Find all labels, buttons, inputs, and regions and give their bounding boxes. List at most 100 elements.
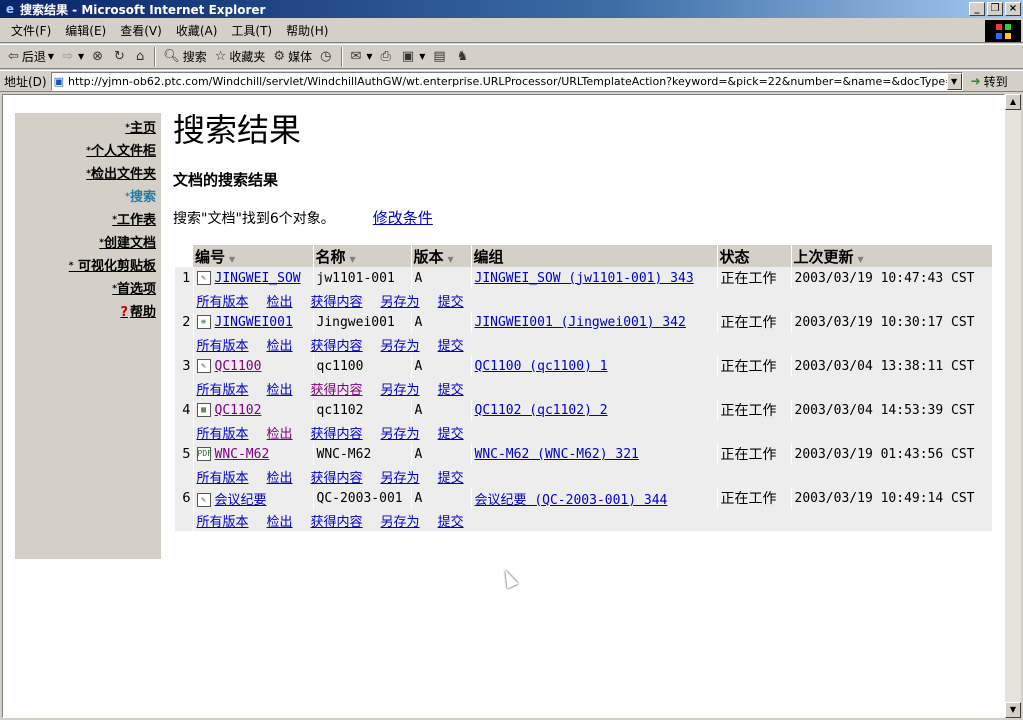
document-group-link[interactable]: JINGWEI_SOW (jw1101-001) 343 [475,271,694,286]
nav-worksheet[interactable]: *工作表 [15,209,161,232]
menu-help[interactable]: 帮助(H) [279,20,335,41]
all-versions-link[interactable]: 所有版本 [197,515,249,530]
nav-create-document[interactable]: *创建文档 [15,232,161,255]
header-version[interactable]: 版本 ▼ [411,245,472,267]
checkout-link[interactable]: 检出 [267,383,293,398]
checkout-link[interactable]: 检出 [267,471,293,486]
all-versions-link[interactable]: 所有版本 [197,295,249,310]
save-as-link[interactable]: 另存为 [381,471,420,486]
all-versions-link[interactable]: 所有版本 [197,471,249,486]
checkout-link[interactable]: 检出 [267,295,293,310]
close-button[interactable]: × [1005,2,1021,16]
address-label: 地址(D) [4,74,47,89]
document-group-link[interactable]: QC1102 (qc1102) 2 [475,403,608,418]
vertical-scrollbar[interactable]: ▲ ▼ [1005,94,1021,718]
action-spacer [175,333,194,355]
save-as-link[interactable]: 另存为 [381,515,420,530]
messenger-button[interactable]: ♞ [453,46,476,68]
document-number-link[interactable]: WNC-M62 [215,447,270,462]
document-number-link[interactable]: JINGWEI_SOW [215,271,301,286]
all-versions-link[interactable]: 所有版本 [197,383,249,398]
header-updated[interactable]: 上次更新 ▼ [791,245,993,267]
menu-file[interactable]: 文件(F) [4,20,58,41]
header-number[interactable]: 编号 ▼ [193,245,314,267]
document-group-link[interactable]: WNC-M62 (WNC-M62) 321 [475,447,639,462]
scroll-up-icon[interactable]: ▲ [1005,94,1021,110]
submit-link[interactable]: 提交 [438,427,464,442]
stop-button[interactable]: ⊗ [88,46,110,68]
nav-personal-cabinet[interactable]: *个人文件柜 [15,140,161,163]
go-button[interactable]: ➜ 转到 [971,73,1008,90]
all-versions-link[interactable]: 所有版本 [197,427,249,442]
dropdown-arrow-icon[interactable]: ▼ [366,52,372,61]
scroll-down-icon[interactable]: ▼ [1005,702,1021,718]
dropdown-arrow-icon[interactable]: ▼ [78,52,84,61]
menu-edit[interactable]: 编辑(E) [58,20,113,41]
print-button[interactable]: ⎙ [377,46,398,68]
dropdown-arrow-icon[interactable]: ▼ [48,52,54,61]
found-count-text: 搜索"文档"找到6个对象。 [173,210,335,227]
row-updated: 2003/03/19 01:43:56 CST [791,443,993,465]
get-content-link[interactable]: 获得内容 [311,427,363,442]
document-group-link[interactable]: 会议纪要 (QC-2003-001) 344 [475,493,668,508]
save-as-link[interactable]: 另存为 [381,427,420,442]
search-button[interactable]: 🔍︎ 搜索 [159,46,211,68]
get-content-link[interactable]: 获得内容 [311,515,363,530]
back-button[interactable]: ⇦ 后退 ▼ [4,46,58,68]
nav-search[interactable]: *搜索 [15,186,161,209]
document-number-link[interactable]: 会议纪要 [215,493,267,508]
left-navigation: *主页 *个人文件柜 *检出文件夹 *搜索 *工作表 *创建文档 * 可视化剪贴… [15,113,161,559]
home-button[interactable]: ⌂ [132,46,151,68]
nav-preferences[interactable]: *首选项 [15,278,161,301]
address-input[interactable]: ▣ http://yjmn-ob62.ptc.com/Windchill/ser… [50,71,963,91]
forward-button[interactable]: ⇨ ▼ [58,46,88,68]
mail-icon: ✉ [350,49,362,64]
modify-criteria-link[interactable]: 修改条件 [373,207,433,228]
nav-checkout-folder[interactable]: *检出文件夹 [15,163,161,186]
get-content-link[interactable]: 获得内容 [311,471,363,486]
get-content-link[interactable]: 获得内容 [311,339,363,354]
favorites-button[interactable]: ☆ 收藏夹 [211,46,270,68]
save-as-link[interactable]: 另存为 [381,295,420,310]
submit-link[interactable]: 提交 [438,383,464,398]
minimize-button[interactable]: _ [969,2,985,16]
media-button[interactable]: ⚙ 媒体 [269,46,316,68]
discuss-button[interactable]: ▤ [429,46,452,68]
menu-favorites[interactable]: 收藏(A) [169,20,225,41]
sort-icon: ▼ [857,254,864,264]
dropdown-arrow-icon[interactable]: ▼ [419,52,425,61]
all-versions-link[interactable]: 所有版本 [197,339,249,354]
checkout-link[interactable]: 检出 [267,339,293,354]
checkout-link[interactable]: 检出 [267,515,293,530]
submit-link[interactable]: 提交 [438,339,464,354]
save-as-link[interactable]: 另存为 [381,383,420,398]
get-content-link[interactable]: 获得内容 [311,383,363,398]
submit-link[interactable]: 提交 [438,295,464,310]
document-number-link[interactable]: JINGWEI001 [215,315,293,330]
nav-help[interactable]: ? 帮助 [15,301,161,324]
document-number-link[interactable]: QC1102 [215,403,262,418]
document-number-link[interactable]: QC1100 [215,359,262,374]
mail-button[interactable]: ✉ ▼ [346,46,376,68]
row-updated: 2003/03/19 10:47:43 CST [791,267,993,289]
document-group-link[interactable]: JINGWEI001 (Jingwei001) 342 [475,315,686,330]
get-content-link[interactable]: 获得内容 [311,295,363,310]
address-dropdown-icon[interactable]: ▼ [946,72,962,90]
refresh-button[interactable]: ↻ [110,46,132,68]
submit-link[interactable]: 提交 [438,515,464,530]
nav-home[interactable]: *主页 [15,117,161,140]
history-button[interactable]: ◷ [316,46,338,68]
forward-arrow-icon: ⇨ [62,49,73,64]
checkout-link[interactable]: 检出 [267,427,293,442]
edit-button[interactable]: ▣ ▼ [398,46,429,68]
menu-view[interactable]: 查看(V) [113,20,169,41]
save-as-link[interactable]: 另存为 [381,339,420,354]
submit-link[interactable]: 提交 [438,471,464,486]
maximize-button[interactable]: ❐ [987,2,1003,16]
document-group-link[interactable]: QC1100 (qc1100) 1 [475,359,608,374]
header-name[interactable]: 名称 ▼ [313,245,412,267]
nav-visual-clipboard[interactable]: * 可视化剪贴板 [15,255,161,278]
row-name: jw1101-001 [313,267,412,289]
home-icon: ⌂ [135,49,145,64]
menu-tools[interactable]: 工具(T) [224,20,279,41]
